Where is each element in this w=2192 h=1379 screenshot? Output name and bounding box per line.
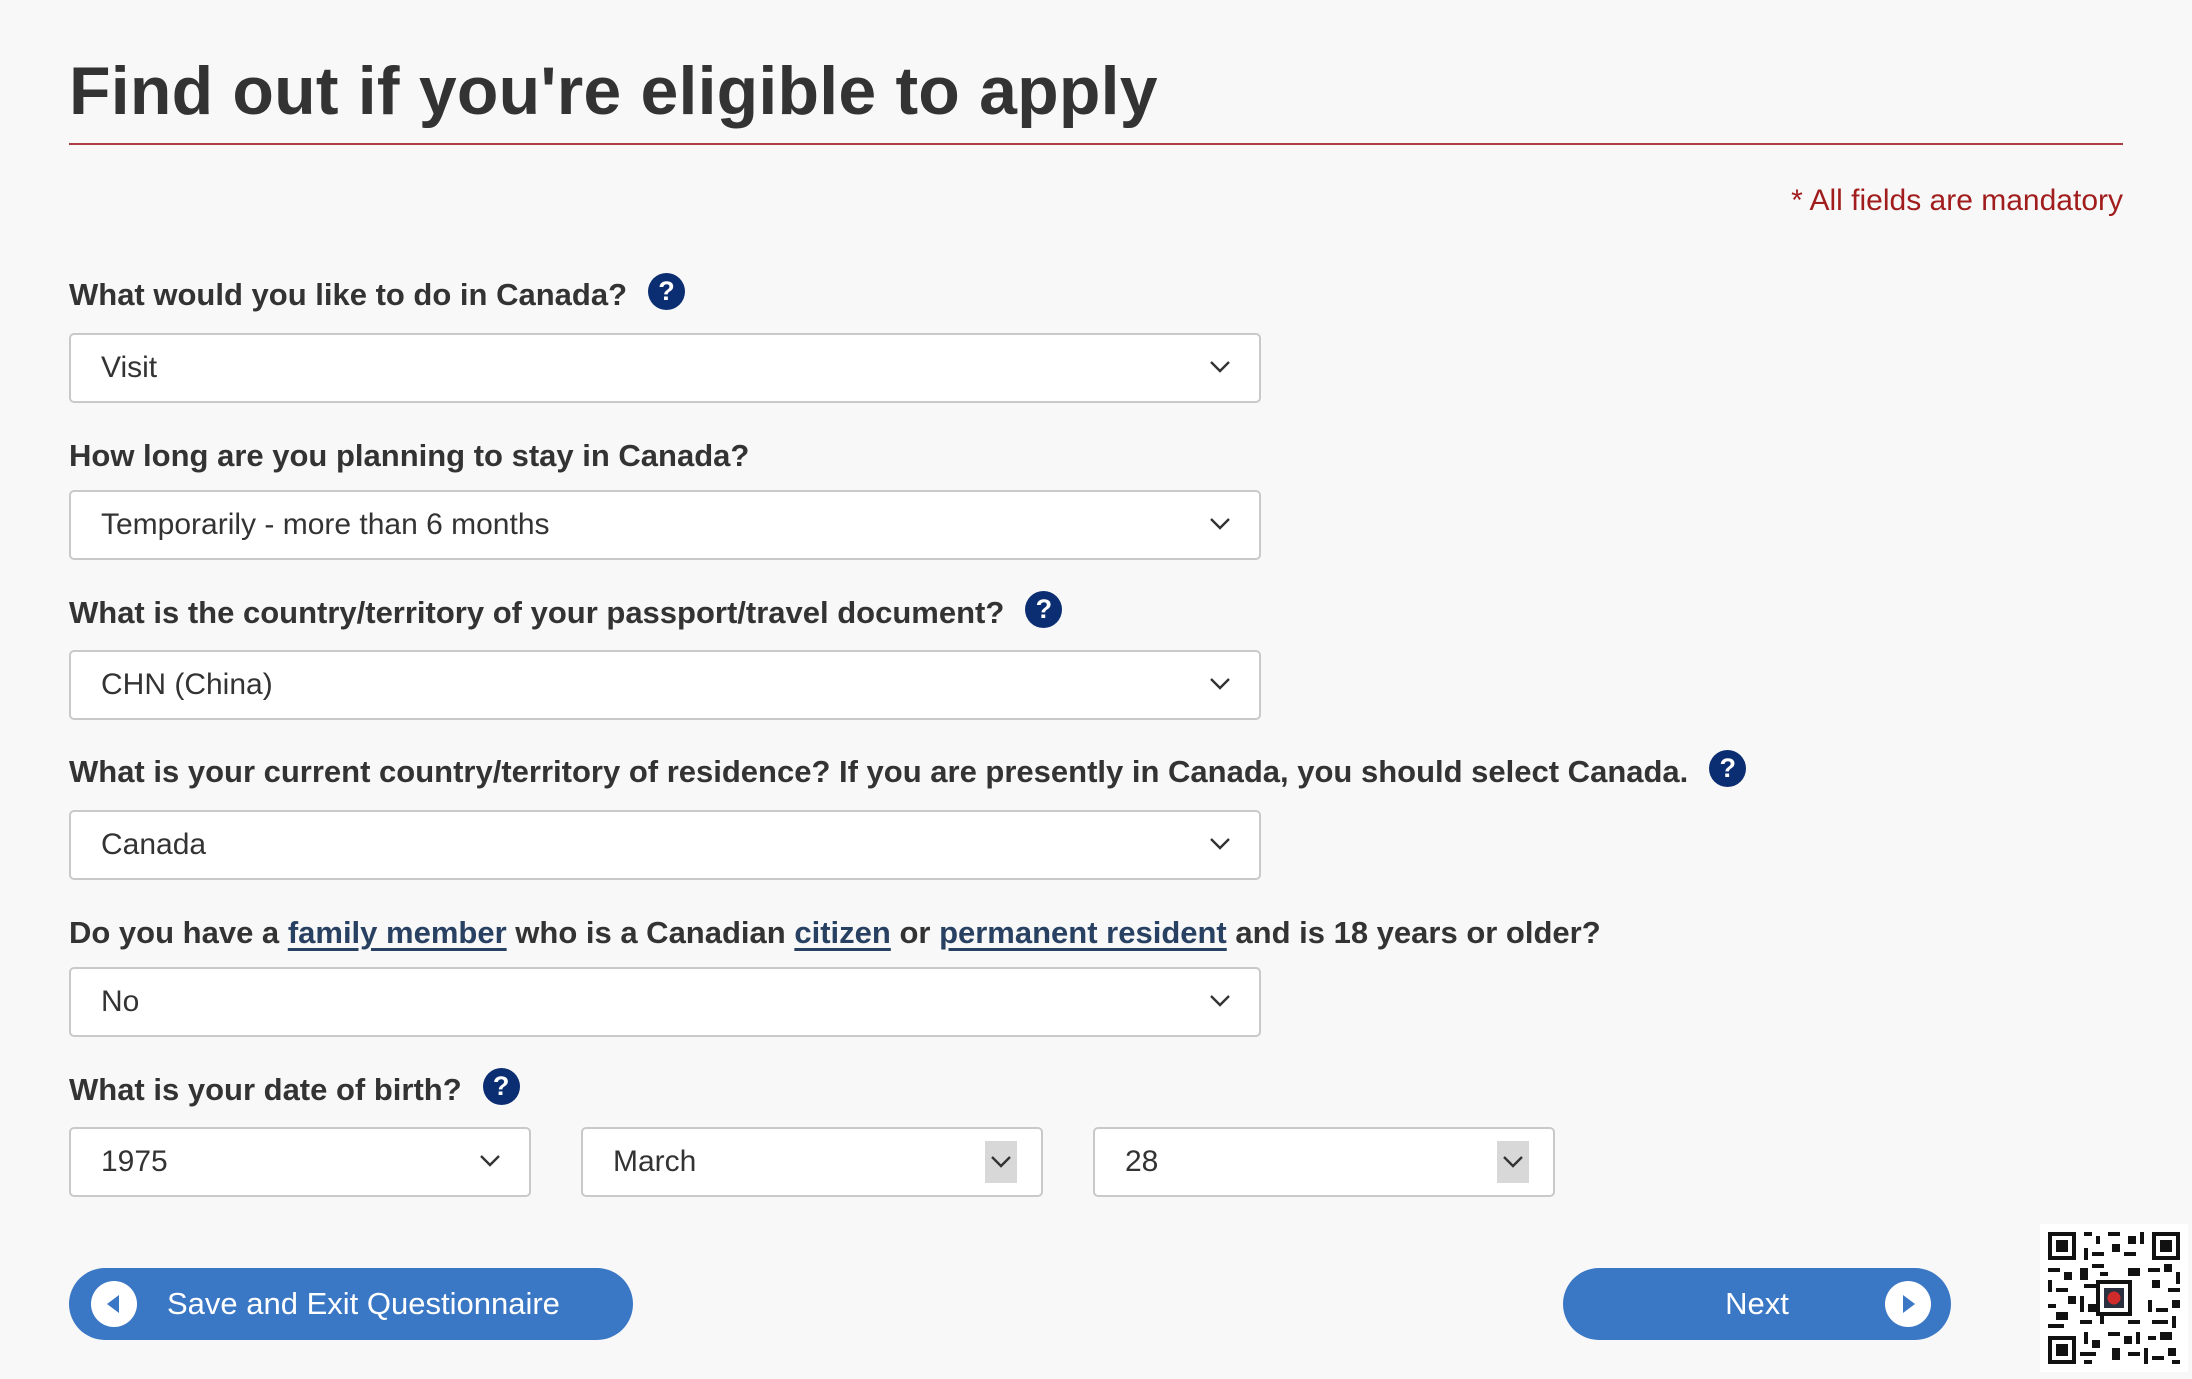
citizen-link[interactable]: citizen	[794, 915, 890, 951]
dob-day-value: 28	[1125, 1145, 1159, 1178]
question-dob-label: What is your date of birth? ?	[69, 1068, 520, 1108]
title-divider	[69, 143, 2123, 145]
save-exit-button[interactable]: Save and Exit Questionnaire	[69, 1268, 633, 1340]
question-purpose-label: What would you like to do in Canada? ?	[69, 273, 685, 313]
next-button[interactable]: Next	[1563, 1268, 1951, 1340]
arrow-right-circle-icon	[1885, 1281, 1931, 1327]
question-duration-label: How long are you planning to stay in Can…	[69, 438, 749, 474]
residence-country-select[interactable]: Canada	[69, 810, 1261, 880]
next-label: Next	[1725, 1286, 1789, 1321]
question-family-text-2: who is a Canadian	[515, 915, 786, 950]
chevron-down-icon	[1210, 518, 1230, 530]
save-exit-label: Save and Exit Questionnaire	[167, 1286, 560, 1321]
chevron-down-icon	[1210, 995, 1230, 1007]
help-icon[interactable]: ?	[1709, 750, 1747, 787]
chevron-down-icon	[1210, 838, 1230, 850]
help-icon[interactable]: ?	[648, 273, 685, 310]
purpose-value: Visit	[101, 351, 158, 384]
page-title: Find out if you're eligible to apply	[69, 53, 1158, 129]
family-member-select[interactable]: No	[69, 967, 1261, 1037]
chevron-down-icon	[985, 1141, 1017, 1183]
chevron-down-icon	[1210, 678, 1230, 690]
question-dob-text: What is your date of birth?	[69, 1071, 462, 1107]
dob-day-select[interactable]: 28	[1093, 1127, 1555, 1197]
question-duration-text: How long are you planning to stay in Can…	[69, 438, 750, 473]
chevron-down-icon	[1497, 1141, 1529, 1183]
duration-value: Temporarily - more than 6 months	[101, 508, 550, 541]
question-residence-text: What is your current country/territory o…	[69, 753, 1689, 789]
question-family-text-4: and is 18 years or older?	[1235, 915, 1601, 950]
permanent-resident-link[interactable]: permanent resident	[939, 915, 1227, 951]
question-family-text-3: or	[899, 915, 931, 950]
question-residence-label: What is your current country/territory o…	[69, 750, 1747, 790]
mandatory-note: * All fields are mandatory	[1791, 184, 2123, 217]
help-icon[interactable]: ?	[1025, 591, 1063, 628]
residence-country-value: Canada	[101, 828, 207, 861]
question-family-label: Do you have a family member who is a Can…	[69, 915, 1601, 951]
dob-year-select[interactable]: 1975	[69, 1127, 531, 1197]
dob-month-value: March	[613, 1145, 697, 1178]
family-member-link[interactable]: family member	[288, 915, 507, 951]
question-passport-label: What is the country/territory of your pa…	[69, 591, 1063, 631]
family-member-value: No	[101, 985, 140, 1018]
question-passport-text: What is the country/territory of your pa…	[69, 594, 1005, 630]
arrow-left-circle-icon	[91, 1281, 137, 1327]
chevron-down-icon	[480, 1155, 500, 1167]
question-family-text-1: Do you have a	[69, 915, 280, 950]
chevron-down-icon	[1210, 361, 1230, 373]
question-purpose-text: What would you like to do in Canada?	[69, 276, 627, 312]
purpose-select[interactable]: Visit	[69, 333, 1261, 403]
passport-country-value: CHN (China)	[101, 668, 273, 701]
duration-select[interactable]: Temporarily - more than 6 months	[69, 490, 1261, 560]
dob-year-value: 1975	[101, 1145, 168, 1178]
qr-code	[2040, 1224, 2188, 1372]
dob-month-select[interactable]: March	[581, 1127, 1043, 1197]
passport-country-select[interactable]: CHN (China)	[69, 650, 1261, 720]
help-icon[interactable]: ?	[482, 1068, 520, 1105]
